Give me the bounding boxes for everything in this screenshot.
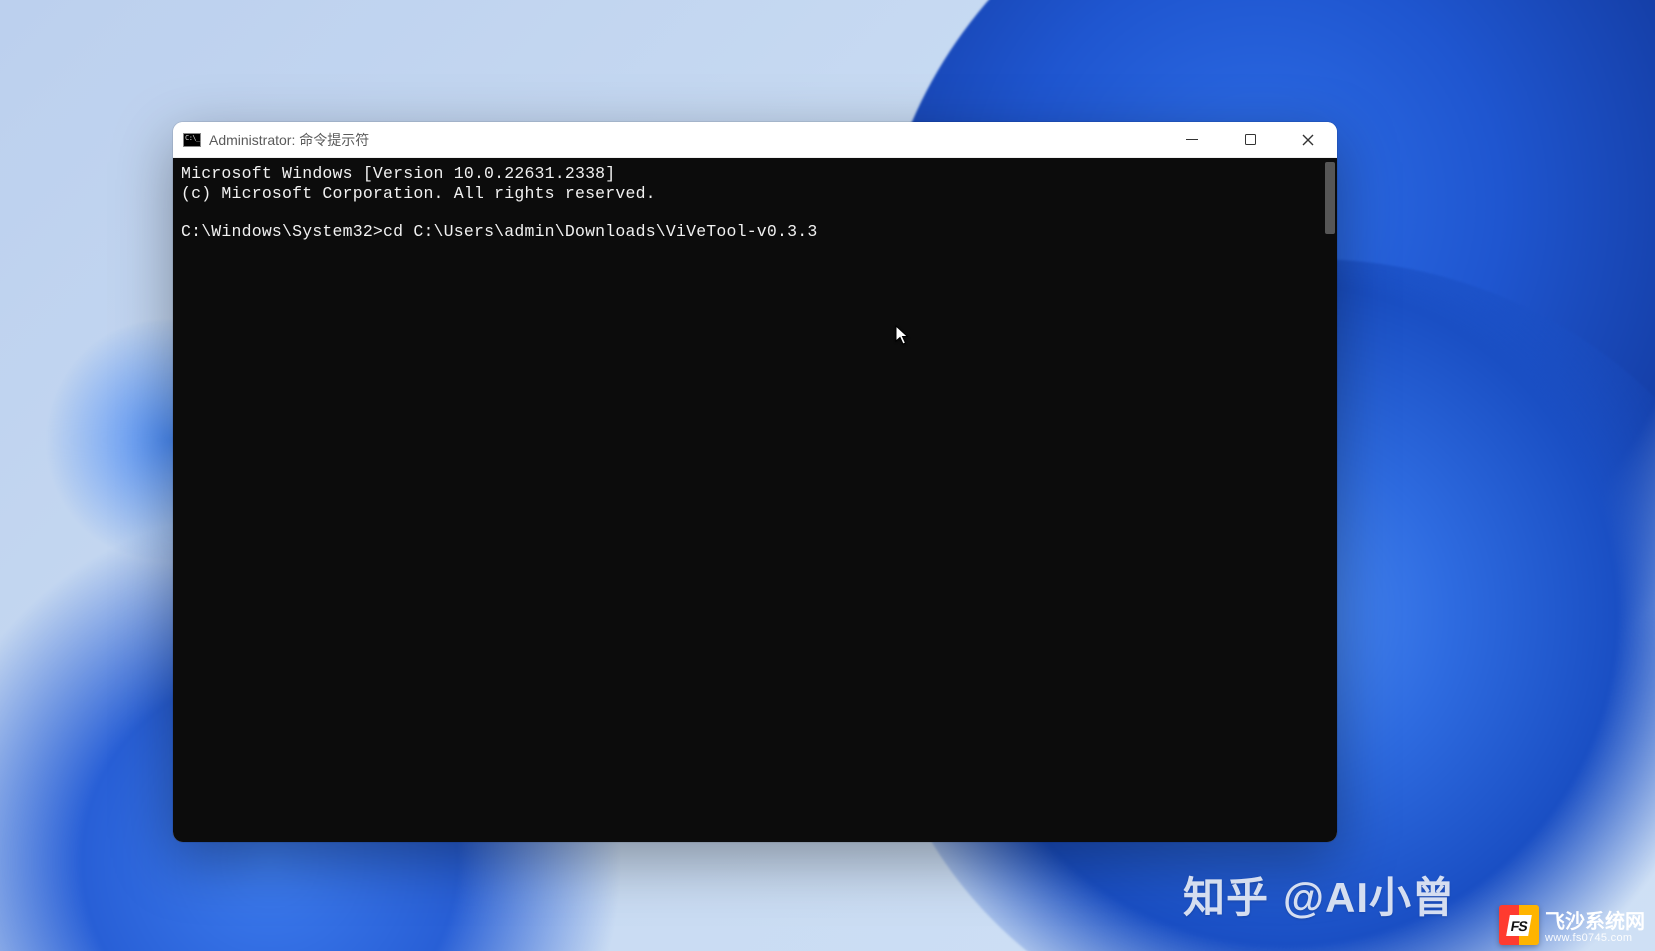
window-title: Administrator: 命令提示符 [209, 130, 369, 150]
terminal-output-line: (c) Microsoft Corporation. All rights re… [181, 184, 1329, 204]
minimize-icon [1186, 139, 1198, 141]
terminal-command: cd C:\Users\admin\Downloads\ViVeTool-v0.… [383, 222, 817, 241]
window-titlebar[interactable]: Administrator: 命令提示符 [173, 122, 1337, 158]
site-url-text: www.fs0745.com [1545, 933, 1645, 945]
close-button[interactable] [1279, 122, 1337, 158]
zhihu-brand-text: 知乎 [1183, 864, 1269, 925]
site-watermark: FS 飞沙系统网 www.fs0745.com [1499, 905, 1645, 945]
site-watermark-text: 飞沙系统网 www.fs0745.com [1545, 912, 1645, 945]
site-badge-icon: FS [1499, 905, 1539, 945]
terminal-scrollbar-thumb[interactable] [1325, 162, 1335, 234]
minimize-button[interactable] [1163, 122, 1221, 158]
zhihu-author-text: @AI小曾 [1283, 864, 1455, 925]
site-badge-text: FS [1506, 915, 1532, 936]
close-icon [1302, 134, 1314, 146]
cmd-icon [183, 133, 201, 147]
maximize-icon [1245, 134, 1256, 145]
zhihu-watermark: 知乎 @AI小曾 [1183, 864, 1455, 925]
terminal-prompt: C:\Windows\System32> [181, 222, 383, 241]
cmd-window: Administrator: 命令提示符 Microsoft Windows [… [173, 122, 1337, 842]
terminal-prompt-line: C:\Windows\System32>cd C:\Users\admin\Do… [181, 222, 1329, 242]
terminal-body[interactable]: Microsoft Windows [Version 10.0.22631.23… [173, 158, 1337, 842]
terminal-output-line: Microsoft Windows [Version 10.0.22631.23… [181, 164, 1329, 184]
site-name-text: 飞沙系统网 [1545, 912, 1645, 933]
maximize-button[interactable] [1221, 122, 1279, 158]
